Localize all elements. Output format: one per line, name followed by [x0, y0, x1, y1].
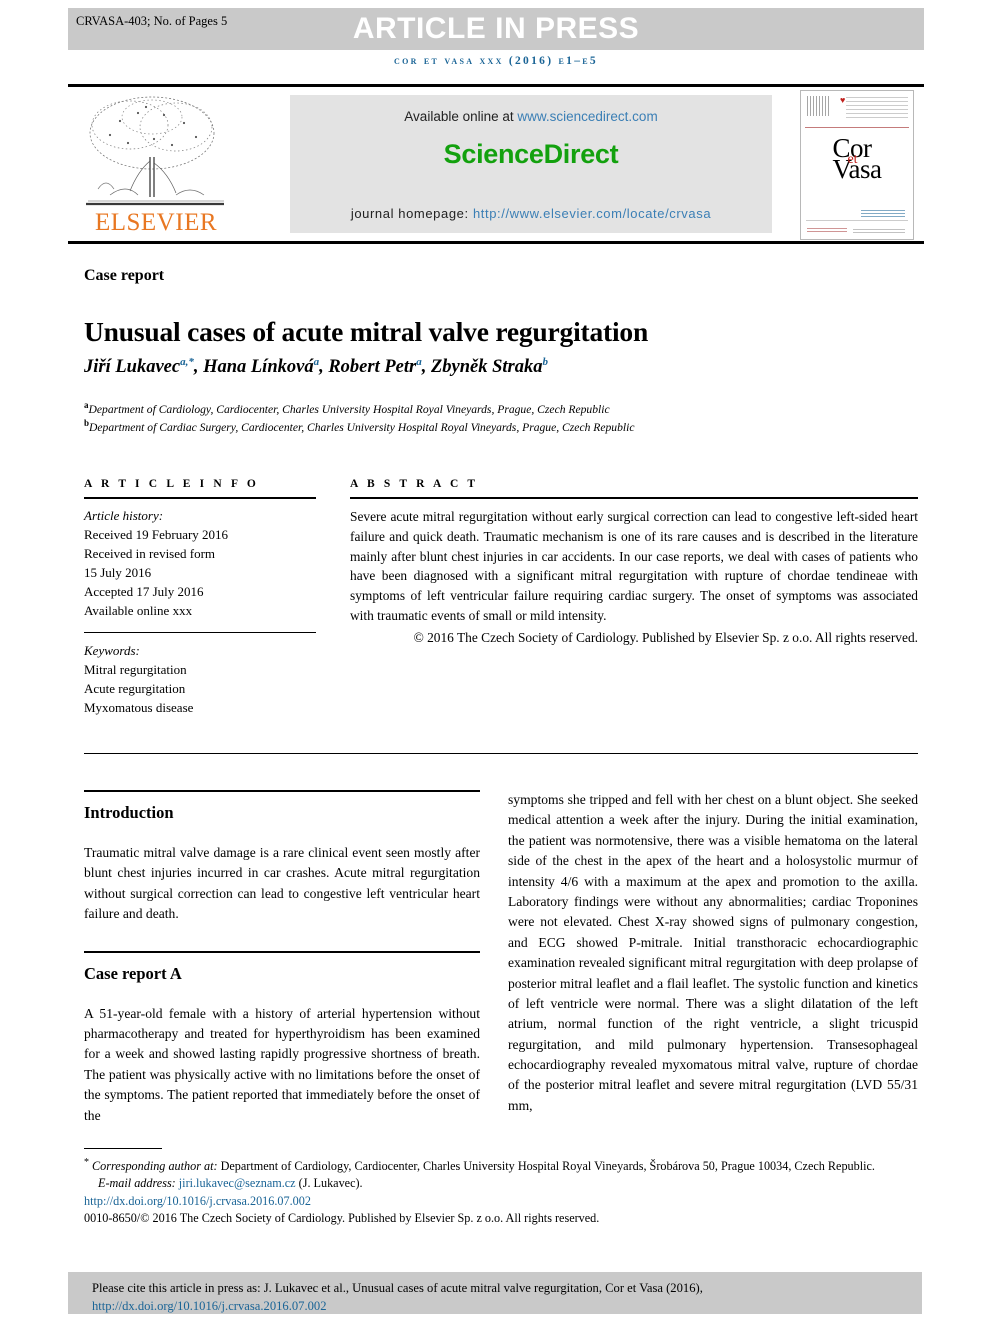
introduction-heading: Introduction [84, 803, 174, 822]
case-report-a-heading: Case report A [84, 963, 182, 983]
abstract-rule [350, 497, 918, 499]
elsevier-wordmark: ELSEVIER [94, 209, 218, 236]
cite-prefix: Please cite this article in press as: J.… [92, 1281, 703, 1295]
history-item: Received in revised form [84, 545, 216, 561]
corresponding-author-note: * Corresponding author at: Department of… [84, 1156, 918, 1175]
asterisk-icon: * [84, 1157, 89, 1168]
journal-citation-line: cor et vasa xxx (2016) e1–e5 [394, 55, 598, 67]
cover-footer-block-c [853, 229, 905, 234]
email-link[interactable]: jiri.lukavec@seznam.cz [179, 1176, 296, 1190]
sciencedirect-wordmark: ScienceDirect [443, 139, 619, 169]
body-column-left: Introduction Traumatic mitral valve dama… [84, 790, 480, 1126]
article-info-rule [84, 497, 316, 499]
history-item: Accepted 17 July 2016 [84, 583, 204, 599]
elsevier-tree-icon [86, 96, 224, 206]
cover-footer-block-b [807, 228, 847, 233]
article-history-label: Article history: [84, 508, 164, 523]
history-item: 15 July 2016 [84, 564, 152, 580]
article-info-label: A R T I C L E I N F O [84, 478, 259, 490]
case-report-a-section: Case report A A 51-year-old female with … [84, 950, 480, 1126]
available-online-prefix: Available online at [404, 109, 518, 124]
abstract-column: A B S T R A C T Severe acute mitral regu… [350, 478, 918, 648]
keywords-label: Keywords: [84, 642, 140, 658]
email-label: E-mail address: [98, 1176, 179, 1191]
elsevier-tree-logo: ELSEVIER [80, 91, 230, 239]
case-report-a-continued: symptoms she tripped and fell with her c… [508, 792, 918, 1113]
email-note: E-mail address: jiri.lukavec@seznam.cz (… [84, 1175, 918, 1192]
cite-this-article-box: Please cite this article in press as: J.… [68, 1272, 922, 1314]
footnote-block: * Corresponding author at: Department of… [84, 1156, 918, 1227]
journal-homepage-link[interactable]: http://www.elsevier.com/locate/crvasa [473, 206, 711, 221]
cover-society-logo-icon [807, 96, 829, 116]
journal-homepage-line: journal homepage: http://www.elsevier.co… [290, 206, 772, 221]
affiliation-b: bDepartment of Cardiac Surgery, Cardioce… [84, 418, 635, 434]
cover-title-et: et [847, 152, 858, 167]
author-list: Jiří Lukaveca,*, Hana Línkováa, Robert P… [84, 356, 548, 378]
sciencedirect-url-link[interactable]: www.sciencedirect.com [517, 109, 657, 124]
abstract-text: Severe acute mitral regurgitation withou… [350, 509, 918, 624]
cover-footer-divider [806, 220, 908, 221]
case-report-a-rule [84, 950, 480, 953]
page-title: Unusual cases of acute mitral valve regu… [84, 316, 649, 348]
doi-link[interactable]: http://dx.doi.org/10.1016/j.crvasa.2016.… [84, 1194, 311, 1208]
corresponding-author-address: Department of Cardiology, Cardiocenter, … [217, 1159, 875, 1174]
keyword-item: Myxomatous disease [84, 699, 194, 715]
available-online-line: Available online at www.sciencedirect.co… [290, 109, 772, 124]
journal-cover-thumbnail: ♥ Coret Vasa [800, 90, 914, 240]
affiliation-a-text: Department of Cardiology, Cardiocenter, … [88, 402, 610, 416]
affiliation-a: aDepartment of Cardiology, Cardiocenter,… [84, 400, 610, 416]
introduction-paragraph: Traumatic mitral valve damage is a rare … [84, 845, 480, 922]
introduction-rule [84, 790, 480, 792]
email-suffix: (J. Lukavec). [295, 1176, 363, 1191]
content-divider [84, 753, 918, 754]
keywords-block: Keywords: Mitral regurgitation Acute reg… [84, 642, 316, 718]
journal-masthead: ELSEVIER Available online at www.science… [68, 84, 924, 244]
doi-line: http://dx.doi.org/10.1016/j.crvasa.2016.… [84, 1193, 918, 1210]
abstract-label: A B S T R A C T [350, 478, 479, 490]
article-info-column: A R T I C L E I N F O Article history: R… [84, 478, 316, 718]
cite-this-article-text: Please cite this article in press as: J.… [92, 1280, 902, 1316]
cover-top-banner: ♥ [801, 91, 913, 125]
keyword-item: Mitral regurgitation [84, 661, 187, 677]
cover-divider [805, 127, 909, 128]
sciencedirect-banner: Available online at www.sciencedirect.co… [290, 95, 772, 233]
corresponding-author-label: Corresponding author at: [92, 1159, 218, 1174]
article-history-block: Article history: Received 19 February 20… [84, 507, 316, 621]
keyword-item: Acute regurgitation [84, 680, 186, 696]
cover-title: Coret Vasa [801, 133, 913, 185]
issn-copyright-line: 0010-8650/© 2016 The Czech Society of Ca… [84, 1211, 600, 1226]
cite-doi-link[interactable]: http://dx.doi.org/10.1016/j.crvasa.2016.… [92, 1299, 327, 1313]
article-type-label: Case report [84, 267, 165, 284]
body-column-right: symptoms she tripped and fell with her c… [508, 790, 918, 1116]
article-code-label: CRVASA-403; No. of Pages 5 [76, 14, 228, 28]
affiliation-b-text: Department of Cardiac Surgery, Cardiocen… [89, 420, 635, 434]
footnote-divider [84, 1148, 162, 1149]
cover-society-text [846, 97, 908, 119]
journal-homepage-prefix: journal homepage: [350, 206, 473, 221]
history-item: Received 19 February 2016 [84, 526, 229, 542]
case-report-a-paragraph: A 51-year-old female with a history of a… [84, 1005, 480, 1123]
cover-footer-block-a [861, 210, 905, 219]
history-item: Available online xxx [84, 602, 193, 618]
keywords-rule [84, 631, 316, 633]
abstract-copyright: © 2016 The Czech Society of Cardiology. … [413, 629, 918, 645]
